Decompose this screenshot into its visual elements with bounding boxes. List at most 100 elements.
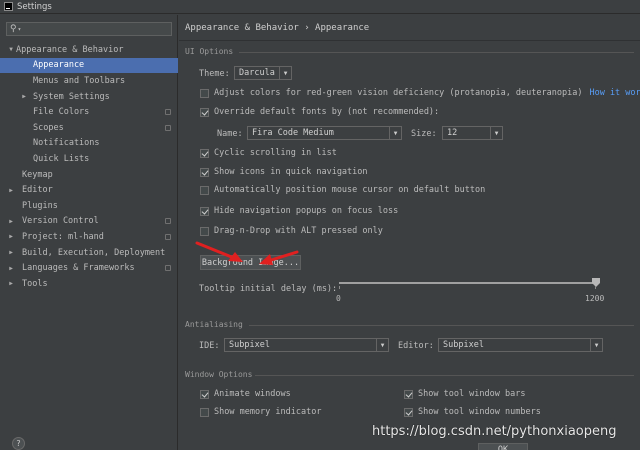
settings-content-panel: Appearance & Behavior › Appearance UI Op… [179,15,640,450]
sidebar-item-label: Quick Lists [33,153,90,164]
sidebar-item-menus-toolbars[interactable]: Menus and Toolbars [0,73,178,89]
sidebar-item-label: Project: ml-hand [22,231,104,242]
show-memory-indicator-checkbox[interactable]: Show memory indicator [200,407,321,417]
help-button[interactable]: ? [12,437,25,450]
checkbox-box[interactable] [200,167,209,177]
checkbox-label: Show tool window numbers [418,407,541,417]
sidebar-item-label: Editor [22,185,53,196]
checkbox-box[interactable] [200,389,209,399]
sidebar-item-tools[interactable]: ▶ Tools [0,276,178,292]
sidebar-item-label: Languages & Frameworks [22,263,135,274]
override-fonts-checkbox[interactable]: Override default fonts by (not recommend… [200,107,439,117]
expand-arrow-icon[interactable]: ▶ [6,187,16,194]
checkbox-box[interactable] [200,407,209,417]
checkbox-box[interactable] [200,206,209,216]
animate-windows-checkbox[interactable]: Animate windows [200,389,291,399]
section-title-antialiasing: Antialiasing [185,320,243,329]
chevron-down-icon: ▼ [590,339,602,351]
ok-button[interactable]: OK [478,443,528,450]
sidebar-item-label: Keymap [22,169,53,180]
checkbox-label: Automatically position mouse cursor on d… [214,185,486,195]
checkbox-box[interactable] [404,407,413,417]
chevron-down-icon: ▼ [389,127,401,139]
expand-arrow-icon[interactable]: ▶ [6,265,16,272]
show-tool-window-bars-checkbox[interactable]: Show tool window bars [404,389,525,399]
section-divider [255,375,634,376]
checkbox-box[interactable] [200,226,209,236]
sidebar-item-scopes[interactable]: Scopes [0,120,178,136]
sidebar-item-label: Tools [22,278,48,289]
font-size-select[interactable]: 12 ▼ [442,126,503,140]
settings-sidebar: ⚲ ▾ ▼ Appearance & Behavior Appearance Me… [0,15,178,450]
sidebar-item-plugins[interactable]: Plugins [0,198,178,214]
checkbox-box[interactable] [200,185,209,195]
drag-drop-alt-checkbox[interactable]: Drag-n-Drop with ALT pressed only [200,226,383,236]
slider-tick-min [339,286,340,289]
checkbox-label: Override default fonts by (not recommend… [214,107,440,117]
chevron-down-icon: ▼ [279,67,291,79]
expand-arrow-icon[interactable]: ▶ [6,280,16,287]
show-icons-checkbox[interactable]: Show icons in quick navigation [200,167,368,177]
sidebar-item-project[interactable]: ▶ Project: ml-hand [0,229,178,245]
sidebar-item-label: Build, Execution, Deployment [22,247,166,258]
project-scope-icon [165,124,171,131]
sidebar-item-label: Notifications [33,138,100,149]
sidebar-item-keymap[interactable]: Keymap [0,167,178,183]
theme-select-value: Darcula [239,68,275,78]
sidebar-item-build-execution[interactable]: ▶ Build, Execution, Deployment [0,245,178,261]
cyclic-scrolling-checkbox[interactable]: Cyclic scrolling in list [200,148,337,158]
sidebar-item-label: Scopes [33,122,64,133]
ide-aa-label: IDE: [199,341,220,351]
font-name-select[interactable]: Fira Code Medium ▼ [247,126,402,140]
editor-antialiasing-select[interactable]: Subpixel ▼ [438,338,603,352]
app-logo-icon [4,2,13,11]
expand-arrow-icon[interactable]: ▶ [6,249,16,256]
tooltip-delay-slider[interactable] [339,282,596,284]
sidebar-item-quick-lists[interactable]: Quick Lists [0,151,178,167]
project-scope-icon [165,109,171,116]
checkbox-box[interactable] [200,88,209,98]
font-size-label: Size: [411,129,437,139]
watermark-text: https://blog.csdn.net/pythonxiaopeng [372,424,617,439]
sidebar-item-label: Appearance [33,60,85,71]
chevron-down-icon: ▼ [490,127,502,139]
sidebar-item-appearance[interactable]: Appearance [0,57,178,74]
ide-antialiasing-select[interactable]: Subpixel ▼ [224,338,389,352]
red-green-checkbox[interactable]: Adjust colors for red-green vision defic… [200,88,640,98]
section-title-ui-options: UI Options [185,47,234,56]
sidebar-item-languages-frameworks[interactable]: ▶ Languages & Frameworks [0,260,178,276]
auto-mouse-checkbox[interactable]: Automatically position mouse cursor on d… [200,185,485,195]
expand-arrow-icon[interactable]: ▶ [6,233,16,240]
expand-arrow-icon[interactable]: ▶ [6,218,16,225]
checkbox-label: Hide navigation popups on focus loss [214,206,399,216]
checkbox-label: Adjust colors for red-green vision defic… [214,88,583,98]
editor-antialiasing-value: Subpixel [443,340,484,350]
checkbox-label: Drag-n-Drop with ALT pressed only [214,226,383,236]
checkbox-label: Animate windows [214,389,291,399]
sidebar-item-appearance-behavior[interactable]: ▼ Appearance & Behavior [0,42,178,58]
theme-label: Theme: [199,69,230,79]
project-scope-icon [165,218,171,225]
show-tool-window-numbers-checkbox[interactable]: Show tool window numbers [404,407,541,417]
checkbox-box[interactable] [200,107,209,117]
hide-nav-popups-checkbox[interactable]: Hide navigation popups on focus loss [200,206,398,216]
search-input[interactable]: ⚲ ▾ [6,22,172,36]
expand-arrow-icon[interactable]: ▶ [19,93,29,100]
sidebar-item-editor[interactable]: ▶ Editor [0,182,178,198]
slider-tick-max [595,286,596,289]
how-it-works-link[interactable]: How it works [589,88,640,98]
sidebar-item-version-control[interactable]: ▶ Version Control [0,214,178,230]
checkbox-box[interactable] [404,389,413,399]
project-scope-icon [165,233,171,240]
checkbox-label: Show tool window bars [418,389,526,399]
annotation-arrowhead-right [259,254,273,265]
section-divider [239,52,634,53]
checkbox-label: Show icons in quick navigation [214,167,368,177]
tooltip-delay-slider-thumb[interactable] [592,278,600,287]
expand-arrow-icon[interactable]: ▼ [6,46,16,53]
checkbox-box[interactable] [200,148,209,158]
sidebar-item-system-settings[interactable]: ▶ System Settings [0,89,178,105]
sidebar-item-file-colors[interactable]: File Colors [0,104,178,120]
theme-select[interactable]: Darcula ▼ [234,66,292,80]
sidebar-item-notifications[interactable]: Notifications [0,136,178,152]
